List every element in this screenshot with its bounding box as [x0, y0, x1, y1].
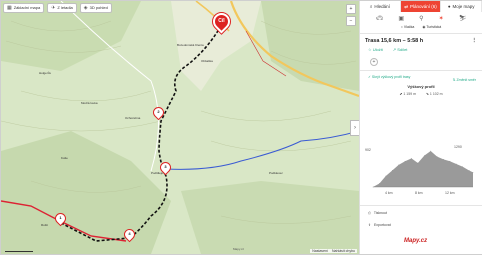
route-title: Trasa 15,6 km – 5:58 h [365, 38, 424, 44]
basic-map-label: Základní mapa [13, 5, 41, 10]
export-icon: ⇪ [368, 223, 371, 227]
transport-modes: 🚗︎ ▣ ⚲ ✶ ⛷︎ [360, 12, 482, 25]
route-type-options: ○ Vlačka ◉ Turistická [360, 25, 482, 29]
profile-point [430, 150, 431, 152]
elevation-profile-chart[interactable]: 1290 902 4 km 8 km 12 km [363, 143, 477, 195]
divider [360, 33, 482, 34]
plus-icon: + [372, 59, 376, 65]
profile-point [472, 172, 474, 173]
share-button[interactable]: ↗ Sdílet [393, 47, 408, 52]
profile-point [456, 163, 457, 165]
flip-direction-link[interactable]: ⇅ Změnit směr [453, 78, 476, 82]
map-area[interactable]: ▦ Základní mapa ✈ Z letadla ◈ 3D pohled … [1, 1, 359, 254]
save-button[interactable]: ☆ Uložit [368, 47, 383, 52]
minus-icon: − [349, 18, 353, 24]
place-label: Ruští [41, 223, 49, 227]
elevation-stats: ⬈ 1 159 m ⬊ 1 102 m [360, 92, 482, 96]
profile-point [385, 175, 387, 177]
zoom-out-button[interactable]: − [346, 16, 356, 26]
descent-value: ⬊ 1 102 m [426, 92, 443, 96]
profile-point [468, 170, 470, 171]
tab-my-maps[interactable]: ● Moje mapy [441, 1, 482, 12]
profile-min-label: 902 [365, 148, 371, 152]
tab-my-maps-label: Moje mapy [452, 4, 475, 9]
profile-axis-label: 8 km [415, 191, 423, 195]
tab-planning-label: Plánování (6) [410, 4, 437, 9]
profile-point [436, 156, 438, 157]
map-type-bar: ▦ Základní mapa ✈ Z letadla ◈ 3D pohled [3, 3, 112, 13]
tab-planning[interactable]: ⇄ Plánování (6) [400, 1, 442, 12]
profile-area [373, 151, 473, 187]
profile-point [404, 160, 406, 162]
aerial-map-button[interactable]: ✈ Z letadla [47, 3, 77, 13]
cube-icon: ◈ [83, 5, 88, 11]
place-label: Podklevec [269, 171, 283, 175]
map-footer: Nastavení Nahlásit chybu [310, 249, 357, 253]
place-label: Bozedomská Klenta [177, 43, 204, 47]
profile-point [372, 186, 374, 188]
place-label: Obšaška [201, 59, 213, 63]
walk-icon[interactable]: ✶ [439, 15, 444, 22]
chevron-right-icon: › [354, 125, 356, 131]
mapy-logo: Mapy.cz [404, 238, 428, 244]
panel-tabs: ⌕ Hledání ⇄ Plánování (6) ● Moje mapy [360, 1, 482, 12]
tab-search-label: Hledání [374, 4, 390, 9]
route-icon: ⇄ [404, 3, 409, 9]
planning-panel: ⌕ Hledání ⇄ Plánování (6) ● Moje mapy 🚗︎… [359, 1, 482, 254]
place-label: Ochozebna [125, 116, 141, 120]
ski-icon[interactable]: ⛷︎ [459, 15, 467, 22]
zoom-in-button[interactable]: + [346, 4, 356, 14]
bus-icon[interactable]: ▣ [398, 15, 404, 22]
map-tools: + − [346, 4, 356, 26]
divider [360, 70, 482, 71]
bike-icon[interactable]: ⚲ [419, 15, 423, 22]
map-copyright: Mapy.cz [233, 247, 244, 251]
divider [360, 205, 482, 206]
profile-axis-label: 4 km [385, 191, 393, 195]
profile-point [443, 159, 444, 160]
profile-point [423, 155, 425, 156]
profile-point [449, 160, 451, 162]
profile-point [379, 183, 380, 184]
3d-view-label: 3D pohled [89, 5, 108, 10]
place-label: Modrá louka [81, 101, 98, 105]
place-label: Holgerův [39, 71, 52, 75]
tab-search[interactable]: ⌕ Hledání [360, 1, 401, 12]
print-button[interactable]: ⎙ Tisknout [368, 211, 387, 215]
profile-point [462, 166, 464, 168]
basic-map-button[interactable]: ▦ Základní mapa [3, 3, 45, 13]
map-scale [5, 251, 33, 252]
place-label: Kotle [61, 156, 68, 160]
print-icon: ⎙ [368, 211, 371, 215]
profile-point [398, 164, 399, 166]
profile-point [411, 158, 412, 159]
route-type-fast[interactable]: ○ Vlačka [401, 25, 415, 29]
car-icon[interactable]: 🚗︎ [376, 15, 384, 22]
profile-max-label: 1290 [454, 145, 462, 149]
profile-axis-label: 12 km [445, 191, 455, 195]
3d-view-button[interactable]: ◈ 3D pohled [79, 3, 112, 13]
plus-icon: + [349, 6, 353, 12]
add-waypoint-button[interactable]: + [370, 58, 378, 66]
route-actions: ☆ Uložit ↗ Sdílet [360, 44, 482, 55]
search-icon: ⌕ [369, 4, 373, 9]
profile-point [417, 162, 419, 164]
ascent-value: ⬈ 1 159 m [399, 92, 416, 96]
export-button[interactable]: ⇪ Exportovat [368, 223, 391, 227]
user-icon: ● [447, 4, 451, 9]
plane-icon: ✈ [51, 5, 56, 11]
route-type-tourist[interactable]: ◉ Turistická [422, 25, 441, 29]
settings-link[interactable]: Nastavení [312, 249, 328, 253]
more-icon[interactable]: ⋮ [472, 38, 478, 44]
profile-point [391, 170, 393, 171]
aerial-map-label: Z letadla [57, 5, 73, 10]
profile-title: Výškový profil [407, 84, 435, 89]
map-icon: ▦ [7, 5, 12, 11]
report-error-link[interactable]: Nahlásit chybu [332, 249, 355, 253]
